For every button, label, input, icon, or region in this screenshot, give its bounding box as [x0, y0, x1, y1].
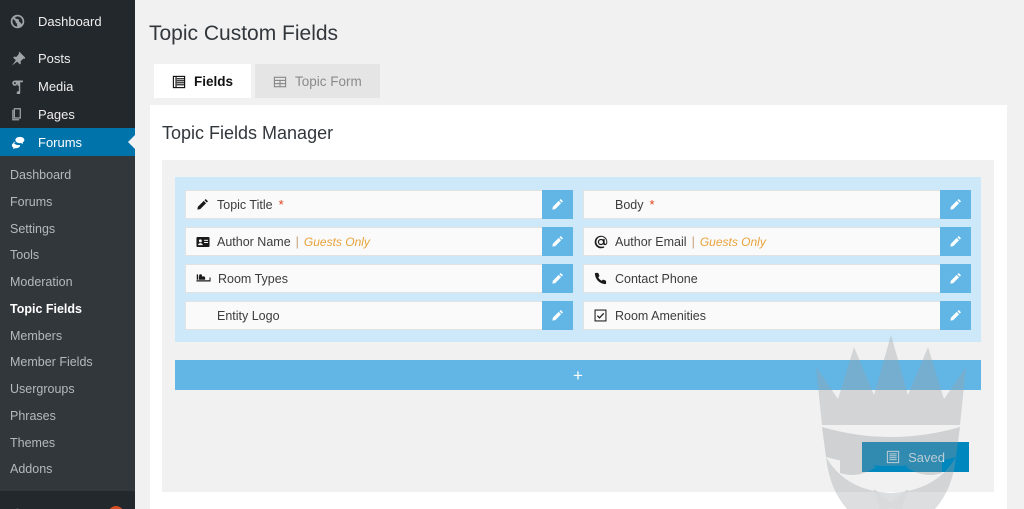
- submenu-item-dashboard[interactable]: Dashboard: [0, 162, 135, 189]
- tab-label: Fields: [194, 74, 233, 89]
- field-group: Topic Title *: [175, 177, 981, 342]
- field-name: Author Name: [217, 235, 291, 249]
- field-row-contact-phone[interactable]: Contact Phone: [583, 264, 971, 293]
- field-separator: |: [692, 235, 695, 249]
- edit-field-button[interactable]: [542, 301, 573, 330]
- save-icon: [886, 450, 900, 464]
- add-field-label: +: [573, 367, 583, 384]
- submenu-item-topic-fields[interactable]: Topic Fields: [0, 296, 135, 323]
- pages-icon: [10, 105, 30, 123]
- field-row-room-amenities[interactable]: Room Amenities: [583, 301, 971, 330]
- field-row-room-types[interactable]: Room Types: [185, 264, 573, 293]
- sidebar-item-label: Forums: [38, 136, 82, 149]
- comment-icon: [10, 505, 30, 509]
- tab-bar: Fields Topic Form: [135, 63, 1024, 97]
- submenu-item-phrases[interactable]: Phrases: [0, 403, 135, 430]
- field-column-left: Topic Title *: [185, 190, 573, 330]
- field-columns: Topic Title *: [185, 190, 971, 330]
- submenu-item-members[interactable]: Members: [0, 323, 135, 350]
- field-label-box[interactable]: Author Email | Guests Only: [583, 227, 940, 256]
- sidebar-item-comments[interactable]: Comments 2: [0, 500, 135, 509]
- field-name: Room Amenities: [615, 309, 706, 323]
- submenu-item-themes[interactable]: Themes: [0, 430, 135, 457]
- sidebar-item-forums[interactable]: Forums: [0, 128, 135, 156]
- fields-manager-area: Topic Title *: [162, 160, 994, 492]
- field-name: Room Types: [218, 272, 288, 286]
- forums-submenu: Dashboard Forums Settings Tools Moderati…: [0, 156, 135, 491]
- save-button-label: Saved: [908, 450, 945, 465]
- field-label-box[interactable]: Author Name | Guests Only: [185, 227, 542, 256]
- panel-title: Topic Fields Manager: [150, 105, 1007, 144]
- field-label-box[interactable]: Topic Title *: [185, 190, 542, 219]
- field-name: Author Email: [615, 235, 687, 249]
- sidebar-item-label: Dashboard: [38, 15, 102, 28]
- sidebar-top-menu: Dashboard Posts Media Pages: [0, 0, 135, 156]
- guests-only-label: Guests Only: [700, 235, 766, 249]
- tab-label: Topic Form: [295, 74, 362, 89]
- media-icon: [10, 77, 30, 95]
- page-title: Topic Custom Fields: [135, 0, 1024, 47]
- sidebar-item-media[interactable]: Media: [0, 72, 135, 100]
- pin-icon: [10, 49, 30, 67]
- at-icon: [594, 235, 608, 249]
- submenu-item-forums[interactable]: Forums: [0, 189, 135, 216]
- bed-icon: [196, 273, 211, 284]
- dashboard-icon: [10, 12, 30, 30]
- id-card-icon: [196, 236, 210, 248]
- submenu-item-usergroups[interactable]: Usergroups: [0, 376, 135, 403]
- field-row-author-name[interactable]: Author Name | Guests Only: [185, 227, 573, 256]
- field-name: Topic Title: [217, 198, 273, 212]
- field-name: Contact Phone: [615, 272, 698, 286]
- field-label-box[interactable]: Entity Logo: [185, 301, 542, 330]
- admin-sidebar: Dashboard Posts Media Pages: [0, 0, 135, 509]
- pencil-icon: [196, 198, 210, 211]
- field-column-right: Body *: [583, 190, 971, 330]
- field-row-topic-title[interactable]: Topic Title *: [185, 190, 573, 219]
- field-label-box[interactable]: Room Types: [185, 264, 542, 293]
- add-field-button[interactable]: +: [175, 360, 981, 390]
- required-marker: *: [650, 198, 655, 211]
- save-button[interactable]: Saved: [862, 442, 969, 472]
- submenu-item-tools[interactable]: Tools: [0, 242, 135, 269]
- fields-panel: Topic Fields Manager Topic Title: [150, 105, 1007, 509]
- sidebar-item-label: Media: [38, 80, 73, 93]
- submenu-item-member-fields[interactable]: Member Fields: [0, 349, 135, 376]
- field-row-author-email[interactable]: Author Email | Guests Only: [583, 227, 971, 256]
- sidebar-item-label: Pages: [38, 108, 75, 121]
- edit-field-button[interactable]: [940, 190, 971, 219]
- tab-fields[interactable]: Fields: [154, 64, 251, 98]
- table-icon: [273, 75, 287, 89]
- field-row-body[interactable]: Body *: [583, 190, 971, 219]
- edit-field-button[interactable]: [940, 301, 971, 330]
- edit-field-button[interactable]: [940, 264, 971, 293]
- tab-topic-form[interactable]: Topic Form: [255, 64, 380, 98]
- sidebar-bottom-menu: Comments 2 Appearance: [0, 500, 135, 509]
- sidebar-item-label: Posts: [38, 52, 71, 65]
- main-content: Topic Custom Fields Fields: [135, 0, 1024, 509]
- field-row-entity-logo[interactable]: Entity Logo: [185, 301, 573, 330]
- field-name: Body: [615, 198, 644, 212]
- edit-field-button[interactable]: [542, 190, 573, 219]
- submenu-item-addons[interactable]: Addons: [0, 456, 135, 483]
- required-marker: *: [279, 198, 284, 211]
- checkbox-icon: [594, 309, 608, 322]
- field-name: Entity Logo: [217, 309, 280, 323]
- field-separator: |: [296, 235, 299, 249]
- guests-only-label: Guests Only: [304, 235, 370, 249]
- edit-field-button[interactable]: [940, 227, 971, 256]
- sidebar-item-posts[interactable]: Posts: [0, 44, 135, 72]
- edit-field-button[interactable]: [542, 264, 573, 293]
- sidebar-item-dashboard[interactable]: Dashboard: [0, 7, 135, 35]
- submenu-item-settings[interactable]: Settings: [0, 216, 135, 243]
- field-label-box[interactable]: Contact Phone: [583, 264, 940, 293]
- edit-field-button[interactable]: [542, 227, 573, 256]
- admin-screen: Dashboard Posts Media Pages: [0, 0, 1024, 509]
- sidebar-item-pages[interactable]: Pages: [0, 100, 135, 128]
- field-label-box[interactable]: Body *: [583, 190, 940, 219]
- forums-icon: [10, 133, 30, 151]
- list-icon: [172, 75, 186, 89]
- field-label-box[interactable]: Room Amenities: [583, 301, 940, 330]
- phone-icon: [594, 272, 608, 285]
- submenu-item-moderation[interactable]: Moderation: [0, 269, 135, 296]
